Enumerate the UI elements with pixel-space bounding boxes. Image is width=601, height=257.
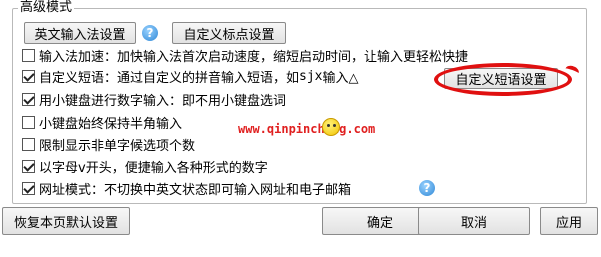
checkbox[interactable] bbox=[22, 116, 35, 129]
checkbox[interactable] bbox=[22, 70, 35, 83]
checkbox[interactable] bbox=[22, 93, 35, 106]
watermark: www.qinpinchang.com bbox=[238, 122, 376, 136]
checkbox[interactable] bbox=[22, 138, 35, 151]
option-numpad-digits[interactable]: 用小键盘进行数字输入：即不用小键盘选词 bbox=[22, 90, 286, 109]
option-label: 以字母v开头，便捷输入各种形式的数字 bbox=[39, 161, 268, 176]
smiley-icon bbox=[322, 118, 340, 136]
checkbox[interactable] bbox=[22, 182, 35, 195]
option-custom-phrase[interactable]: 自定义短语：通过自定义的拼音输入短语，如 sjx 输入△ bbox=[22, 67, 359, 86]
checkbox[interactable] bbox=[22, 160, 35, 173]
custom-phrase-settings-button[interactable]: 自定义短语设置 bbox=[444, 68, 558, 89]
option-numpad-halfwidth[interactable]: 小键盘始终保持半角输入 bbox=[22, 113, 182, 132]
option-label: 输入法加速：加快输入法首次启动速度，缩短启动时间，让输入更轻松快捷 bbox=[39, 50, 469, 65]
apply-button[interactable]: 应用 bbox=[540, 207, 598, 235]
option-limit-candidates[interactable]: 限制显示非单字候选项个数 bbox=[22, 135, 195, 154]
english-ime-settings-button[interactable]: 英文输入法设置 bbox=[24, 22, 136, 44]
group-title: 高级模式 bbox=[18, 0, 75, 16]
option-label-post: 输入△ bbox=[322, 71, 359, 86]
custom-punctuation-settings-button[interactable]: 自定义标点设置 bbox=[172, 22, 286, 44]
option-url-mode[interactable]: 网址模式：不切换中英文状态即可输入网址和电子邮箱 bbox=[22, 179, 351, 198]
help-icon[interactable]: ? bbox=[142, 25, 158, 41]
option-label: 用小键盘进行数字输入：即不用小键盘选词 bbox=[39, 94, 287, 109]
option-label-code: sjx bbox=[299, 69, 323, 84]
option-label-pre: 自定义短语：通过自定义的拼音输入短语，如 bbox=[39, 71, 300, 86]
restore-defaults-button[interactable]: 恢复本页默认设置 bbox=[2, 207, 130, 235]
option-label: 小键盘始终保持半角输入 bbox=[39, 117, 183, 132]
option-v-number-input[interactable]: 以字母v开头，便捷输入各种形式的数字 bbox=[22, 157, 268, 176]
checkbox[interactable] bbox=[22, 49, 35, 62]
option-label: 限制显示非单字候选项个数 bbox=[39, 139, 196, 154]
option-label: 网址模式：不切换中英文状态即可输入网址和电子邮箱 bbox=[39, 183, 352, 198]
help-icon[interactable]: ? bbox=[419, 180, 435, 196]
option-ime-acceleration[interactable]: 输入法加速：加快输入法首次启动速度，缩短启动时间，让输入更轻松快捷 bbox=[22, 46, 468, 65]
cancel-button[interactable]: 取消 bbox=[418, 207, 530, 235]
